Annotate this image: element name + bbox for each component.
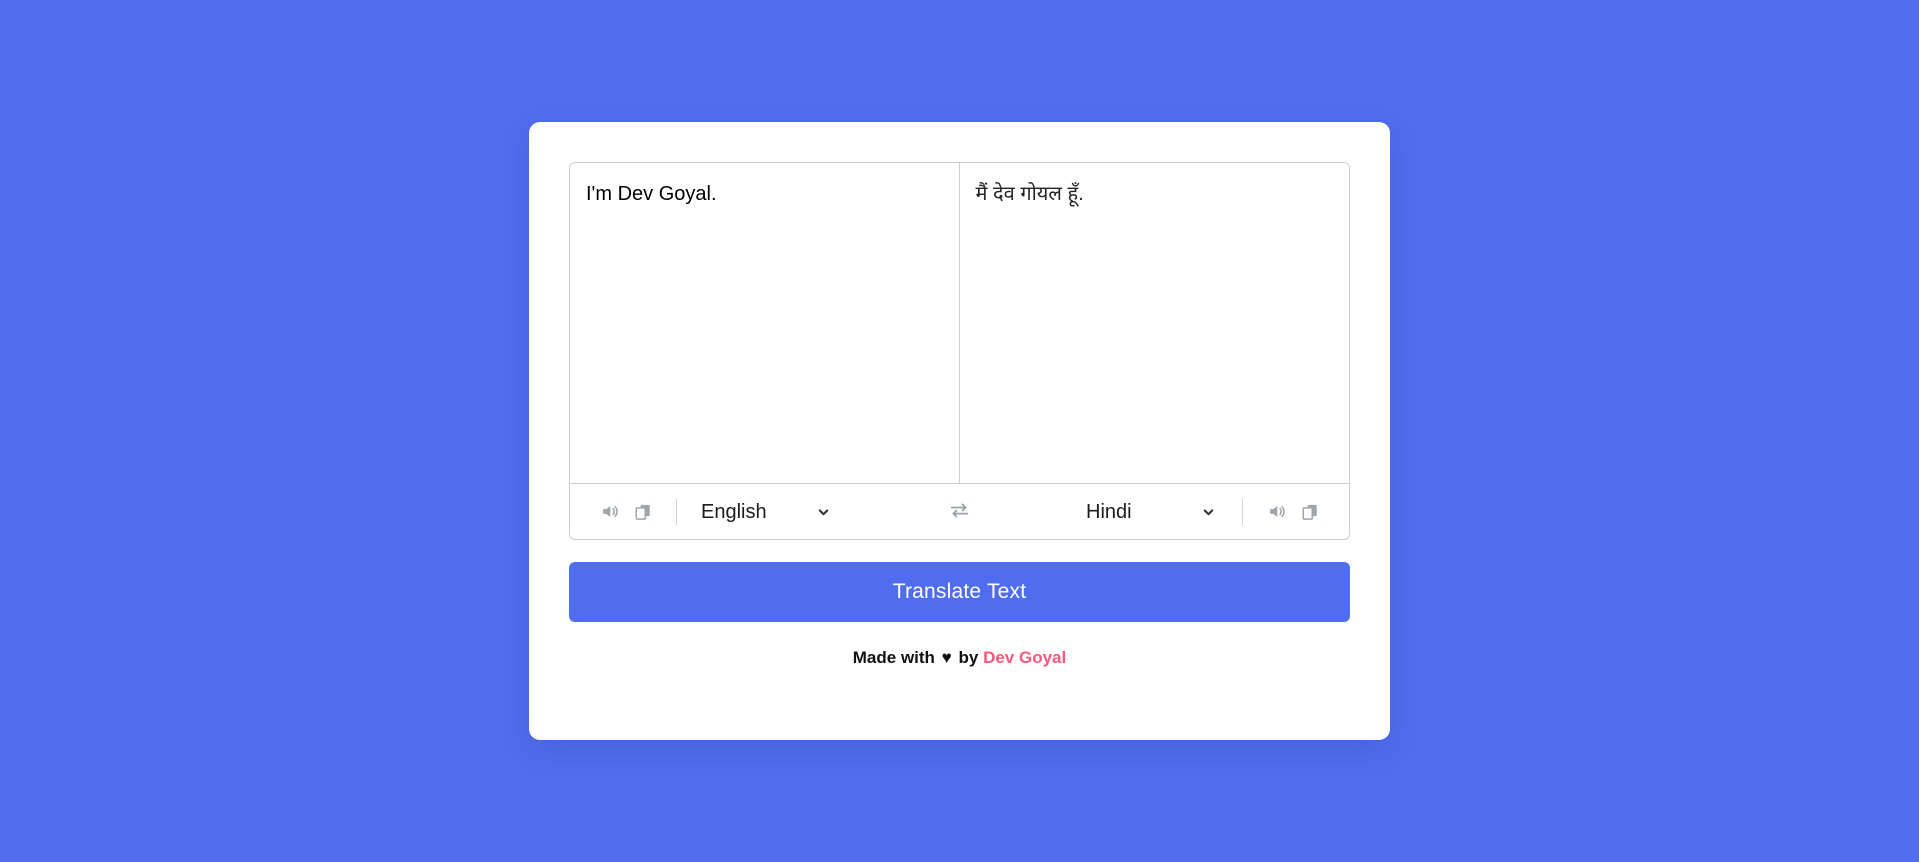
source-speak-button[interactable] [592, 495, 626, 529]
target-divider [1242, 498, 1243, 525]
author-link[interactable]: Dev Goyal [983, 648, 1066, 667]
source-language-select-shell[interactable]: English [693, 496, 841, 527]
source-language-select[interactable]: English [693, 496, 841, 527]
source-text-panel[interactable]: I'm Dev Goyal. [570, 163, 960, 483]
footer-prefix: Made with [852, 648, 935, 667]
translate-button[interactable]: Translate Text [569, 562, 1350, 622]
speaker-icon [1267, 502, 1286, 521]
copy-icon [1301, 503, 1319, 521]
source-copy-button[interactable] [626, 495, 660, 529]
translator-card: I'm Dev Goyal. मैं देव गोयल हूँ. English… [529, 122, 1390, 740]
app-root: I'm Dev Goyal. मैं देव गोयल हूँ. English… [0, 0, 1919, 862]
footer-middle: by [958, 648, 979, 667]
swap-languages-button[interactable] [940, 494, 980, 530]
target-controls: Hindi [986, 495, 1328, 529]
target-textarea[interactable]: मैं देव गोयल हूँ. [976, 181, 1332, 208]
target-speak-button[interactable] [1259, 495, 1293, 529]
text-panels: I'm Dev Goyal. मैं देव गोयल हूँ. [570, 163, 1349, 483]
source-divider [676, 498, 677, 525]
source-controls: English [592, 495, 934, 529]
controls-row: English Hindi [570, 483, 1349, 539]
translate-wrapper: I'm Dev Goyal. मैं देव गोयल हूँ. English… [569, 162, 1350, 540]
footer-credit: Made with ♥ by Dev Goyal [569, 648, 1350, 668]
target-text-panel[interactable]: मैं देव गोयल हूँ. [960, 163, 1350, 483]
exchange-arrows-icon [949, 500, 970, 524]
speaker-icon [600, 502, 619, 521]
copy-icon [634, 503, 652, 521]
target-language-select-shell[interactable]: Hindi [1078, 496, 1226, 527]
target-copy-button[interactable] [1293, 495, 1327, 529]
source-textarea[interactable]: I'm Dev Goyal. [586, 181, 941, 208]
target-language-select[interactable]: Hindi [1078, 496, 1226, 527]
heart-icon: ♥ [941, 648, 952, 667]
